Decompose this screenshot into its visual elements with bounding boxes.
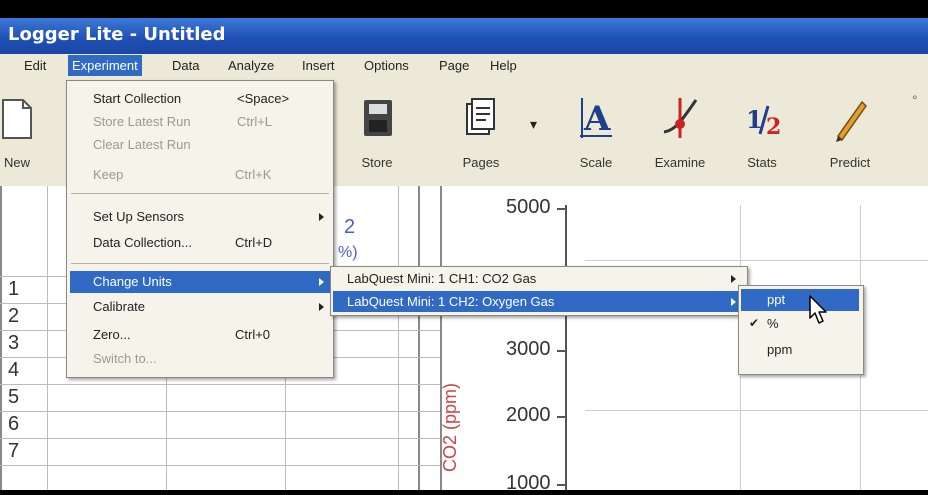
store-latest-run-item[interactable]: Store Latest Run: [93, 114, 191, 129]
store-label: Store: [361, 155, 393, 170]
pages-label: Pages: [462, 155, 500, 170]
store-latest-run-shortcut: Ctrl+L: [237, 114, 273, 129]
predict-button[interactable]: Predict: [815, 86, 885, 181]
store-icon: [364, 100, 392, 136]
table-row[interactable]: 6: [8, 413, 19, 436]
table-row[interactable]: 3: [8, 332, 19, 355]
new-label: New: [3, 155, 30, 170]
stats-label: Stats: [747, 155, 777, 170]
data-collection-item[interactable]: Data Collection...: [93, 235, 192, 250]
menu-insert[interactable]: Insert: [300, 58, 337, 73]
table-row[interactable]: 4: [8, 359, 19, 382]
scale-label: Scale: [579, 155, 613, 170]
menu-analyze[interactable]: Analyze: [226, 58, 276, 73]
stats-icon: 12: [746, 105, 780, 140]
column-header-fragment: 2: [344, 216, 356, 238]
oxygen-units-submenu: ppt ✔ % ppm: [738, 285, 864, 375]
y-axis-label: CO2 (ppm): [440, 382, 460, 472]
data-collection-shortcut: Ctrl+D: [235, 235, 273, 250]
submenu-arrow-icon: [319, 213, 324, 221]
stats-button[interactable]: 12 Stats: [727, 86, 797, 181]
unit-ppt-item[interactable]: ppt: [767, 292, 785, 307]
menu-bar: Edit Experiment Data Analyze Insert Opti…: [0, 54, 928, 81]
pages-icon: [466, 98, 495, 135]
new-file-icon: [2, 99, 32, 139]
menu-page[interactable]: Page: [437, 58, 471, 73]
menu-edit[interactable]: Edit: [22, 58, 48, 73]
change-units-item[interactable]: Change Units: [93, 274, 172, 289]
set-up-sensors-item[interactable]: Set Up Sensors: [93, 209, 184, 224]
switch-to-item[interactable]: Switch to...: [93, 351, 157, 366]
table-row[interactable]: 2: [8, 305, 19, 328]
toolbar-overflow-icon: °: [912, 92, 918, 108]
unit-ppm-item[interactable]: ppm: [767, 342, 792, 357]
store-button[interactable]: Store: [342, 86, 412, 181]
svg-text:A: A: [583, 99, 611, 139]
y-axis: [565, 205, 567, 490]
pages-button[interactable]: Pages: [446, 86, 516, 181]
scale-button[interactable]: A Scale: [561, 86, 631, 181]
clear-latest-run-item[interactable]: Clear Latest Run: [93, 137, 191, 152]
mouse-cursor-icon: [809, 295, 827, 324]
ch2-oxygen-gas-item[interactable]: LabQuest Mini: 1 CH2: Oxygen Gas: [347, 294, 554, 309]
scale-icon: A: [580, 98, 612, 139]
unit-percent-item[interactable]: %: [767, 316, 779, 331]
experiment-menu: Start Collection <Space> Store Latest Ru…: [66, 80, 334, 378]
keep-shortcut: Ctrl+K: [235, 167, 272, 182]
examine-button[interactable]: Examine: [645, 86, 715, 181]
window-title: Logger Lite - Untitled: [8, 24, 226, 45]
column-units-fragment: %): [338, 244, 358, 261]
submenu-arrow-icon: [319, 303, 324, 311]
change-units-submenu: LabQuest Mini: 1 CH1: CO2 Gas LabQuest M…: [330, 266, 748, 316]
table-row[interactable]: 7: [8, 440, 19, 463]
examine-label: Examine: [654, 155, 706, 170]
calibrate-item[interactable]: Calibrate: [93, 299, 145, 314]
menu-experiment[interactable]: Experiment: [68, 55, 142, 76]
start-collection-item[interactable]: Start Collection: [93, 91, 181, 106]
menu-help[interactable]: Help: [488, 58, 519, 73]
pencil-icon: [836, 100, 867, 142]
submenu-arrow-icon: [731, 275, 736, 283]
zero-item[interactable]: Zero...: [93, 327, 131, 342]
svg-text:2: 2: [766, 114, 780, 140]
title-bar: Logger Lite - Untitled: [0, 18, 928, 54]
submenu-arrow-icon: [319, 278, 324, 286]
menu-options[interactable]: Options: [362, 58, 411, 73]
y-tick-label: 2000: [506, 404, 551, 426]
menu-data[interactable]: Data: [170, 58, 201, 73]
y-tick-label: 3000: [506, 338, 551, 360]
y-tick-label: 1000: [506, 472, 551, 494]
table-row[interactable]: 1: [8, 278, 19, 301]
keep-item[interactable]: Keep: [93, 167, 123, 182]
chevron-down-icon[interactable]: ▾: [530, 116, 537, 133]
ppt-highlight: [741, 289, 859, 311]
table-row[interactable]: 5: [8, 386, 19, 409]
predict-label: Predict: [829, 155, 871, 170]
ch1-co2-gas-item[interactable]: LabQuest Mini: 1 CH1: CO2 Gas: [347, 271, 536, 286]
examine-icon: [663, 98, 698, 138]
new-button[interactable]: New: [0, 86, 52, 181]
start-collection-shortcut: <Space>: [237, 91, 290, 106]
check-icon: ✔: [749, 316, 760, 330]
y-tick-label: 5000: [506, 196, 551, 218]
zero-shortcut: Ctrl+0: [235, 327, 271, 342]
submenu-arrow-icon: [731, 298, 736, 306]
